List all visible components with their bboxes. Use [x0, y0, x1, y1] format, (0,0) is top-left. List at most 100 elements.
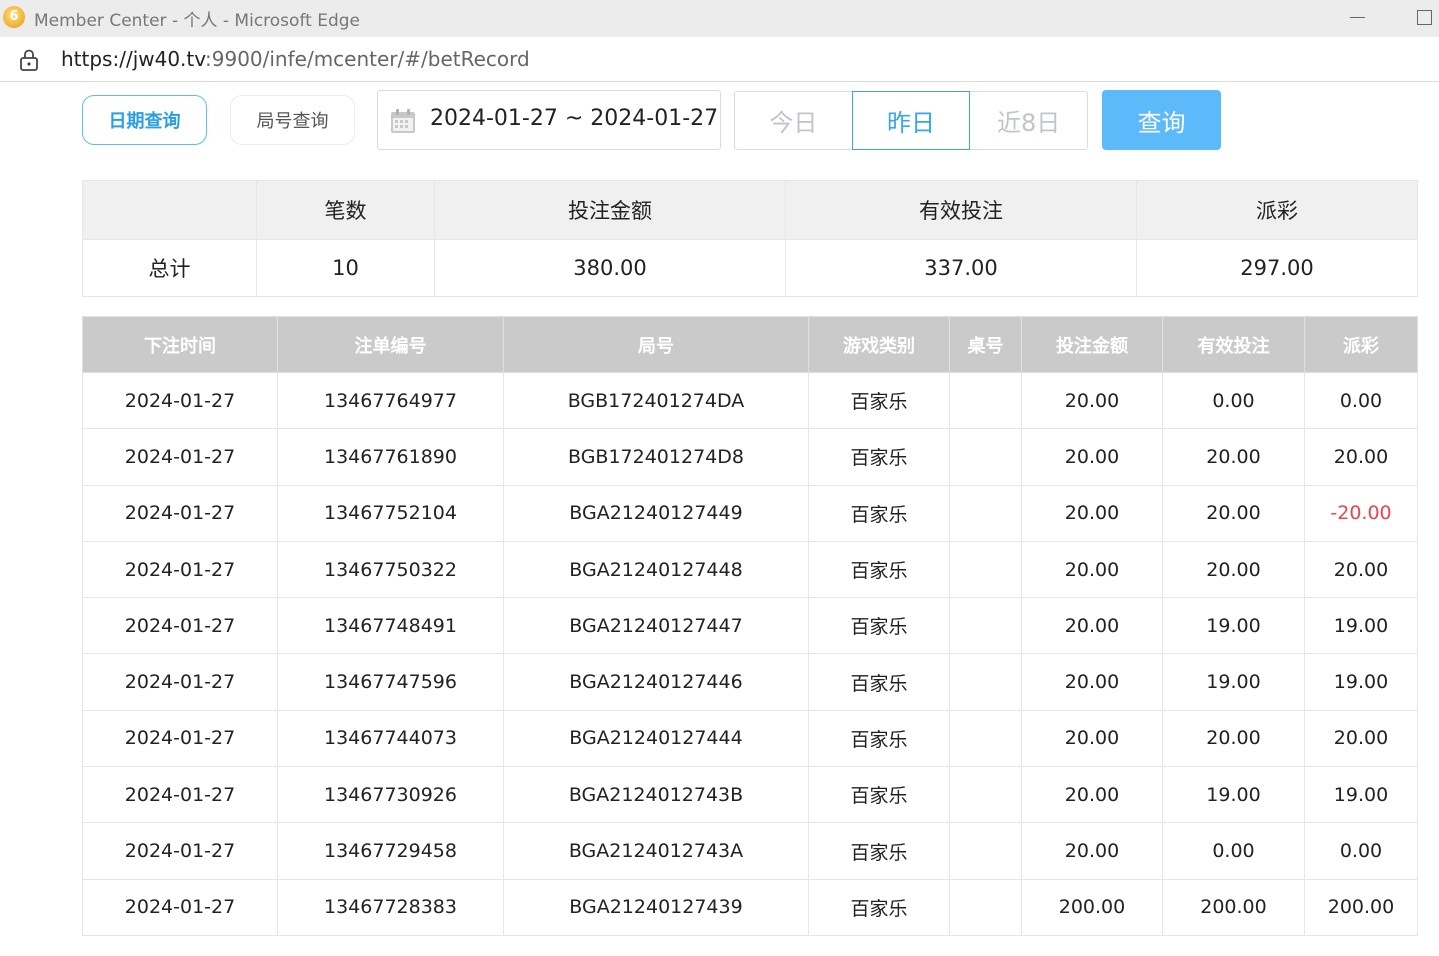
cell-round-number: BGA21240127439 — [503, 878, 809, 936]
cell-game-type: 百家乐 — [808, 709, 950, 768]
cell-bet-amount: 20.00 — [1021, 371, 1163, 430]
cell-bet-amount: 20.00 — [1021, 766, 1163, 824]
cell-round-number: BGA2124012743A — [503, 822, 809, 880]
header-bet-time: 下注时间 — [82, 316, 278, 373]
cell-order-number: 13467744073 — [277, 709, 504, 768]
cell-round-number: BGA21240127448 — [503, 540, 809, 599]
calendar-icon — [391, 109, 415, 133]
cell-payout: 200.00 — [1304, 878, 1418, 936]
cell-table-number — [949, 484, 1022, 542]
summary-total-valid-bet: 337.00 — [785, 239, 1137, 297]
summary-total-count: 10 — [256, 239, 435, 297]
table-row: 2024-01-27 13467730926 BGA2124012743B 百家乐 20… — [82, 766, 1418, 824]
summary-header-row: 笔数 投注金额 有效投注 派彩 — [82, 180, 1418, 240]
cell-game-type: 百家乐 — [808, 540, 950, 599]
cell-valid-bet: 19.00 — [1162, 653, 1305, 711]
date-query-tab[interactable]: 日期查询 — [82, 95, 207, 145]
summary-total-label: 总计 — [82, 239, 257, 297]
records-header-row: 下注时间 注单编号 局号 游戏类别 桌号 投注金额 有效投注 派彩 — [82, 316, 1418, 373]
cell-order-number: 13467729458 — [277, 822, 504, 880]
cell-round-number: BGA2124012743B — [503, 766, 809, 824]
cell-order-number: 13467748491 — [277, 597, 504, 655]
table-row: 2024-01-27 13467761890 BGB172401274D8 百家乐 20… — [82, 428, 1418, 486]
minimize-button[interactable] — [1342, 4, 1372, 30]
lock-icon[interactable] — [18, 48, 40, 72]
cell-payout: -20.00 — [1304, 484, 1418, 542]
cell-order-number: 13467764977 — [277, 371, 504, 430]
cell-order-number: 13467747596 — [277, 653, 504, 711]
cell-bet-time: 2024-01-27 — [82, 371, 278, 430]
cell-valid-bet: 0.00 — [1162, 822, 1305, 880]
cell-bet-time: 2024-01-27 — [82, 766, 278, 824]
cell-payout: 20.00 — [1304, 709, 1418, 768]
header-bet-amount: 投注金额 — [1021, 316, 1163, 373]
cell-bet-amount: 200.00 — [1021, 878, 1163, 936]
header-valid-bet: 有效投注 — [1162, 316, 1305, 373]
table-row: 2024-01-27 13467750322 BGA21240127448 百家乐 20… — [82, 540, 1418, 599]
last-8-days-button[interactable]: 近8日 — [970, 92, 1087, 149]
maximize-button[interactable] — [1410, 4, 1439, 30]
date-range-picker[interactable]: 2024-01-27 ~ 2024-01-27 — [377, 90, 721, 150]
summary-header-count: 笔数 — [256, 180, 435, 240]
cell-order-number: 13467761890 — [277, 428, 504, 486]
cell-table-number — [949, 766, 1022, 824]
cell-payout: 19.00 — [1304, 597, 1418, 655]
cell-valid-bet: 20.00 — [1162, 428, 1305, 486]
cell-game-type: 百家乐 — [808, 597, 950, 655]
cell-round-number: BGB172401274D8 — [503, 428, 809, 486]
cell-order-number: 13467728383 — [277, 878, 504, 936]
cell-order-number: 13467730926 — [277, 766, 504, 824]
round-query-tab[interactable]: 局号查询 — [230, 95, 355, 145]
cell-bet-amount: 20.00 — [1021, 709, 1163, 768]
url-path: :9900/infe/mcenter/#/betRecord — [205, 47, 530, 71]
cell-order-number: 13467752104 — [277, 484, 504, 542]
cell-bet-time: 2024-01-27 — [82, 878, 278, 936]
cell-game-type: 百家乐 — [808, 878, 950, 936]
records-body: 2024-01-27 13467764977 BGB172401274DA 百家乐 20… — [82, 371, 1418, 936]
header-order-number: 注单编号 — [277, 316, 504, 373]
cell-payout: 0.00 — [1304, 371, 1418, 430]
cell-game-type: 百家乐 — [808, 822, 950, 880]
cell-bet-time: 2024-01-27 — [82, 597, 278, 655]
summary-table: 笔数 投注金额 有效投注 派彩 总计 10 380.00 337.00 297.… — [82, 180, 1418, 297]
cell-table-number — [949, 878, 1022, 936]
cell-bet-time: 2024-01-27 — [82, 540, 278, 599]
date-range-value: 2024-01-27 ~ 2024-01-27 — [430, 106, 719, 131]
window-title: Member Center - 个人 - Microsoft Edge — [34, 11, 360, 31]
header-table-number: 桌号 — [949, 316, 1022, 373]
cell-table-number — [949, 540, 1022, 599]
cell-valid-bet: 19.00 — [1162, 597, 1305, 655]
cell-valid-bet: 200.00 — [1162, 878, 1305, 936]
today-button[interactable]: 今日 — [735, 92, 852, 149]
cell-table-number — [949, 371, 1022, 430]
yesterday-button[interactable]: 昨日 — [851, 91, 971, 150]
cell-payout: 19.00 — [1304, 653, 1418, 711]
cell-game-type: 百家乐 — [808, 428, 950, 486]
summary-header-bet-amount: 投注金额 — [434, 180, 786, 240]
url-text[interactable]: https://jw40.tv:9900/infe/mcenter/#/betR… — [61, 47, 530, 71]
cell-payout: 19.00 — [1304, 766, 1418, 824]
cell-game-type: 百家乐 — [808, 484, 950, 542]
window-titlebar: 6 Member Center - 个人 - Microsoft Edge — [0, 0, 1439, 37]
summary-total-payout: 297.00 — [1136, 239, 1418, 297]
cell-round-number: BGA21240127444 — [503, 709, 809, 768]
cell-bet-amount: 20.00 — [1021, 484, 1163, 542]
table-row: 2024-01-27 13467728383 BGA21240127439 百家乐 20… — [82, 878, 1418, 936]
summary-total-row: 总计 10 380.00 337.00 297.00 — [82, 239, 1418, 297]
cell-table-number — [949, 822, 1022, 880]
cell-bet-time: 2024-01-27 — [82, 484, 278, 542]
cell-bet-time: 2024-01-27 — [82, 428, 278, 486]
cell-bet-amount: 20.00 — [1021, 540, 1163, 599]
cell-game-type: 百家乐 — [808, 653, 950, 711]
cell-table-number — [949, 653, 1022, 711]
table-row: 2024-01-27 13467744073 BGA21240127444 百家乐 20… — [82, 709, 1418, 768]
cell-round-number: BGA21240127446 — [503, 653, 809, 711]
bet-records-table: 下注时间 注单编号 局号 游戏类别 桌号 投注金额 有效投注 派彩 2024-0… — [82, 316, 1418, 936]
table-row: 2024-01-27 13467748491 BGA21240127447 百家乐 20… — [82, 597, 1418, 655]
cell-game-type: 百家乐 — [808, 371, 950, 430]
cell-valid-bet: 19.00 — [1162, 766, 1305, 824]
cell-valid-bet: 20.00 — [1162, 709, 1305, 768]
header-payout: 派彩 — [1304, 316, 1418, 373]
cell-round-number: BGB172401274DA — [503, 371, 809, 430]
query-button[interactable]: 查询 — [1102, 90, 1221, 150]
